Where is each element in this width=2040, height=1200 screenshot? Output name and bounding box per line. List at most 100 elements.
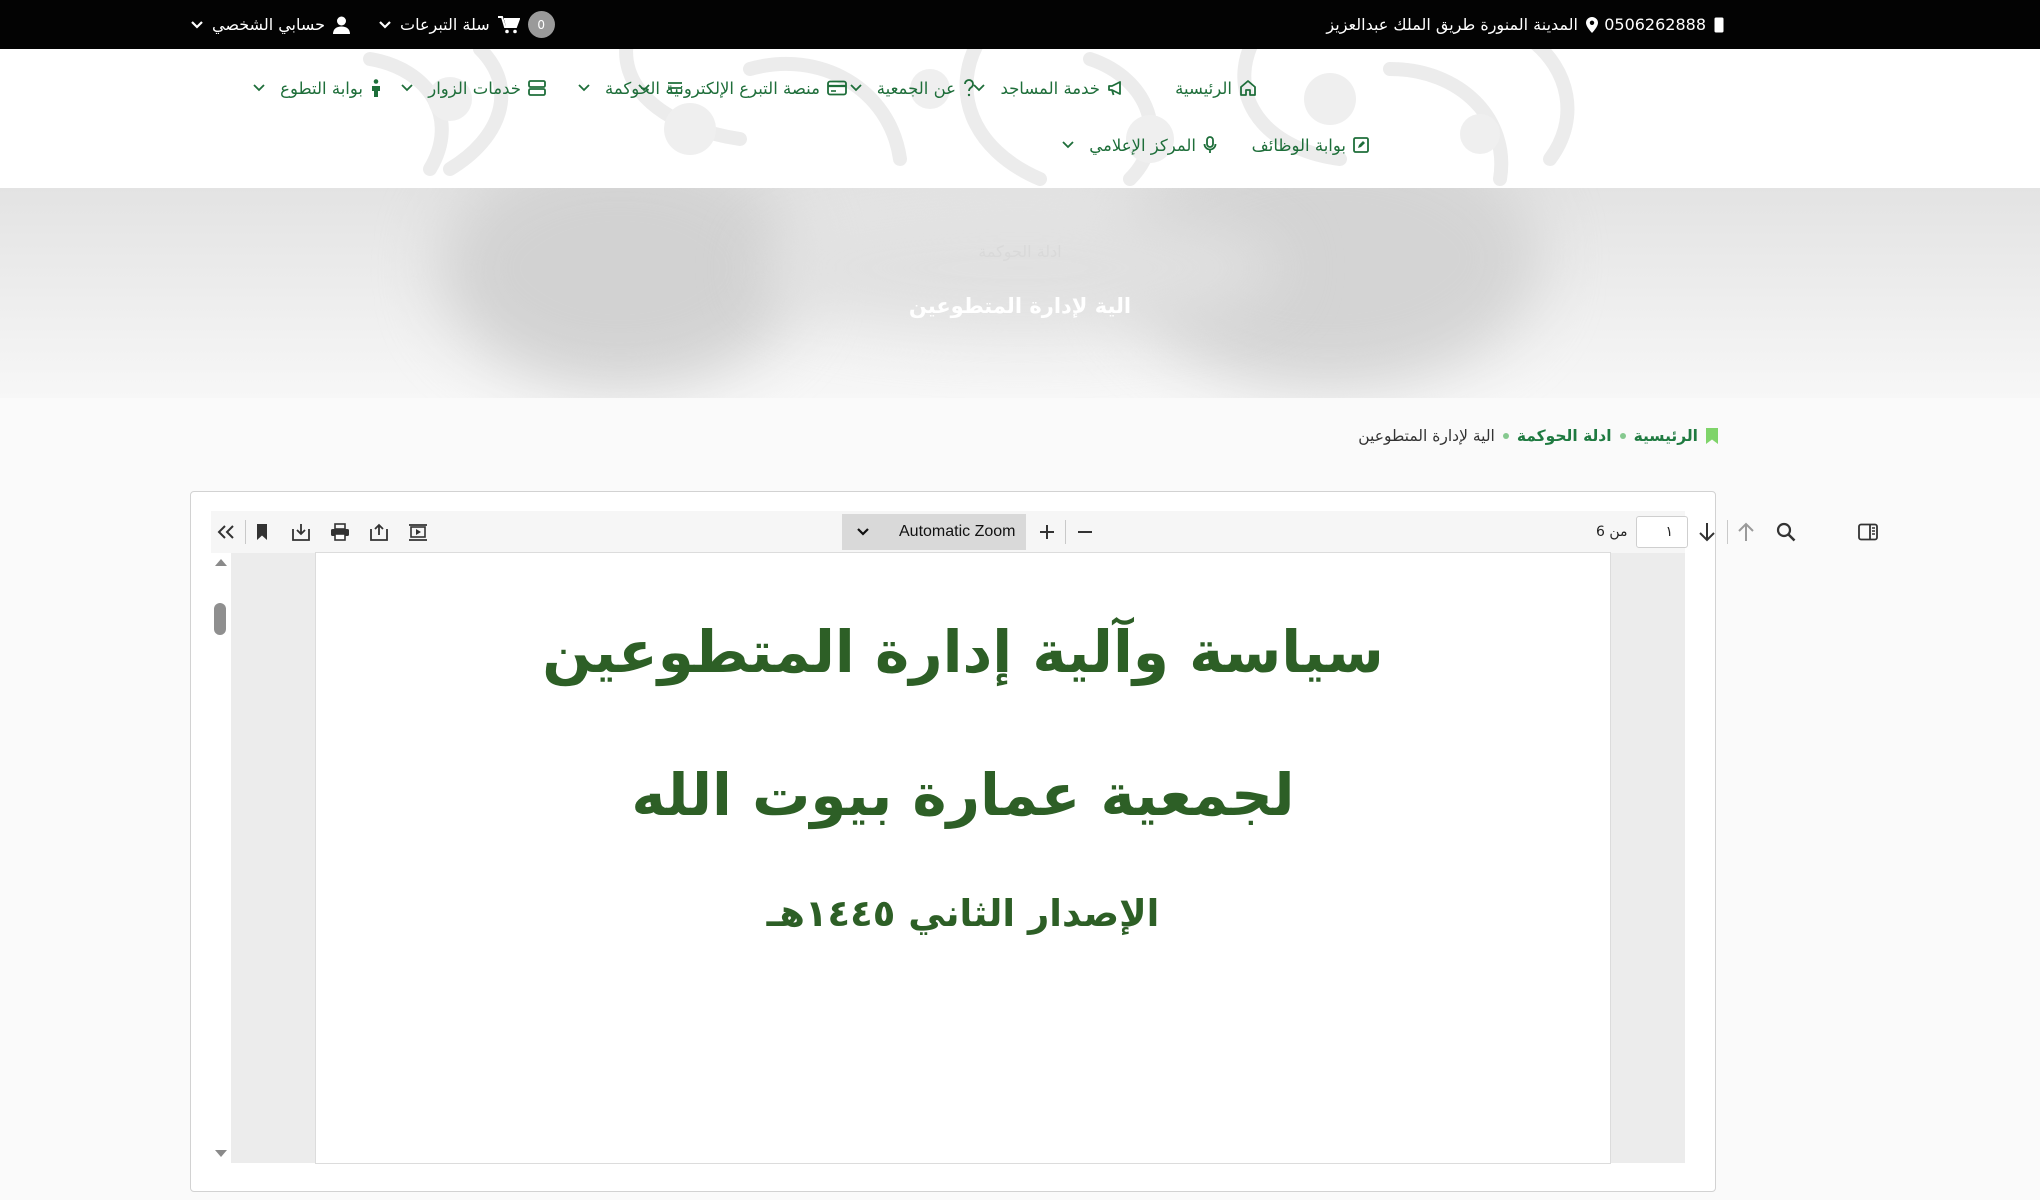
- nav-label: المركز الإعلامي: [1089, 135, 1196, 155]
- breadcrumb-separator: [1619, 433, 1626, 439]
- nav-item-media-center[interactable]: المركز الإعلامي: [1062, 131, 1217, 159]
- nav-label: الحوكمة: [604, 78, 660, 98]
- previous-page-button[interactable]: [1733, 520, 1759, 544]
- pdf-page: سياسة وآلية إدارة المتطوعين لجمعية عمارة…: [316, 553, 1610, 1163]
- hero-background-shape: [440, 188, 800, 388]
- page-number-input[interactable]: [1636, 516, 1688, 548]
- nav-label: عن الجمعية: [876, 78, 956, 98]
- zoom-in-button[interactable]: [1034, 520, 1060, 544]
- open-file-button[interactable]: [366, 520, 392, 544]
- toggle-sidebar-button[interactable]: [1855, 520, 1881, 544]
- toolbar-separator: [245, 520, 246, 544]
- nav-item-governance[interactable]: الحوكمة: [578, 74, 683, 102]
- scroll-down-arrow-icon[interactable]: [215, 1150, 227, 1157]
- document-title: سياسة وآلية إدارة المتطوعين: [542, 618, 1384, 686]
- cart-icon: [497, 15, 520, 34]
- next-page-button[interactable]: [1694, 520, 1720, 544]
- vertical-scrollbar[interactable]: [211, 553, 231, 1163]
- presentation-mode-button[interactable]: [405, 520, 431, 544]
- chevron-down-icon: [378, 20, 392, 30]
- main-navigation: الرئيسية خدمة المساجد عن الجمعية منصة ال…: [0, 49, 2040, 188]
- nav-label: بوابة الوظائف: [1251, 135, 1346, 155]
- bookmark-icon: [1706, 428, 1718, 444]
- phone-number: 0506262888: [1604, 15, 1706, 34]
- zoom-out-button[interactable]: [1072, 520, 1098, 544]
- cart-label: سلة التبرعات: [400, 15, 490, 34]
- caret-down-icon: [842, 528, 884, 536]
- nav-item-home[interactable]: الرئيسية: [1175, 74, 1257, 102]
- home-icon: [1239, 79, 1257, 97]
- address-text: المدينة المنورة طريق الملك عبدالعزيز: [1326, 15, 1578, 34]
- donation-cart-menu[interactable]: 0 سلة التبرعات: [378, 0, 555, 49]
- breadcrumb: الرئيسية ادلة الحوكمة الية لإدارة المتطو…: [1358, 424, 1718, 448]
- breadcrumb-separator: [1502, 433, 1509, 439]
- chevron-down-icon: [850, 84, 862, 92]
- nav-label: خدمات الزوار: [428, 78, 521, 98]
- sidebar-toggle-icon: [1858, 523, 1878, 541]
- zoom-value: Automatic Zoom: [899, 523, 1016, 540]
- mobile-phone-icon: [1714, 17, 1724, 33]
- scroll-up-arrow-icon[interactable]: [215, 559, 227, 566]
- chevron-down-icon: [190, 20, 204, 30]
- nav-item-mosque-services[interactable]: خدمة المساجد: [973, 74, 1125, 102]
- arrow-down-icon: [1698, 522, 1716, 542]
- account-label: حسابي الشخصي: [212, 15, 326, 34]
- bookmark-icon: [256, 524, 268, 540]
- nav-item-about[interactable]: عن الجمعية: [850, 74, 975, 102]
- top-bar: 0506262888 المدينة المنورة طريق الملك عب…: [0, 0, 2040, 49]
- megaphone-icon: [1107, 79, 1125, 97]
- download-button[interactable]: [288, 520, 314, 544]
- toolbar-separator: [1727, 520, 1728, 544]
- pdf-page-viewport[interactable]: سياسة وآلية إدارة المتطوعين لجمعية عمارة…: [231, 553, 1685, 1163]
- find-button[interactable]: [1773, 520, 1799, 544]
- bookmark-button[interactable]: [249, 520, 275, 544]
- account-menu[interactable]: حسابي الشخصي: [190, 0, 351, 49]
- presentation-icon: [408, 523, 428, 541]
- breadcrumb-section-link[interactable]: ادلة الحوكمة: [1517, 427, 1612, 445]
- tools-menu-button[interactable]: [213, 520, 239, 544]
- document-subtitle: لجمعية عمارة بيوت الله: [631, 761, 1295, 829]
- arrow-up-icon: [1737, 522, 1755, 542]
- chevron-down-icon: [401, 84, 413, 92]
- chevron-down-icon: [973, 84, 986, 92]
- cart-count-badge: 0: [527, 11, 555, 38]
- list-icon: [667, 81, 683, 95]
- question-icon: [963, 79, 975, 97]
- search-icon: [1776, 522, 1796, 542]
- chevron-down-icon: [1062, 141, 1074, 149]
- map-pin-icon: [1586, 16, 1598, 33]
- edit-icon: [1353, 137, 1369, 153]
- pdf-viewer: Automatic Zoom من 6 ١ سياسة وآلية إدارة …: [190, 491, 1878, 1192]
- plus-icon: [1038, 523, 1056, 541]
- microphone-icon: [1203, 136, 1217, 154]
- double-chevron-left-icon: [216, 524, 236, 540]
- page-hero-banner: ادلة الحوكمة الية لإدارة المتطوعين: [0, 188, 2040, 398]
- print-button[interactable]: [327, 520, 353, 544]
- credit-card-icon: [827, 80, 847, 96]
- chevron-down-icon: [253, 84, 265, 92]
- user-icon: [333, 16, 351, 34]
- printer-icon: [330, 523, 350, 541]
- nav-label: الرئيسية: [1175, 78, 1232, 98]
- nav-label: خدمة المساجد: [1000, 78, 1100, 98]
- nav-item-volunteer-portal[interactable]: بوابة التطوع: [253, 74, 382, 102]
- scrollbar-thumb[interactable]: [214, 603, 226, 635]
- address-contact[interactable]: المدينة المنورة طريق الملك عبدالعزيز: [1326, 0, 1598, 49]
- nav-item-visitor-services[interactable]: خدمات الزوار: [401, 74, 546, 102]
- page-title: الية لإدارة المتطوعين: [908, 294, 1132, 318]
- breadcrumb-home-link[interactable]: الرئيسية: [1634, 427, 1698, 445]
- floral-ornament-decoration: [363, 49, 1575, 186]
- person-icon: [370, 79, 382, 97]
- nav-item-jobs-portal[interactable]: بوابة الوظائف: [1252, 131, 1369, 159]
- phone-contact[interactable]: 0506262888: [1604, 0, 1724, 49]
- toolbar-separator: [1065, 520, 1066, 544]
- open-file-icon: [369, 523, 389, 541]
- nav-label: منصة التبرع الإلكترونية: [665, 78, 820, 98]
- chevron-down-icon: [578, 84, 590, 92]
- zoom-select[interactable]: Automatic Zoom: [842, 514, 1026, 550]
- document-edition: الإصدار الثاني ١٤٤٥هـ: [766, 892, 1160, 935]
- server-icon: [528, 80, 546, 96]
- breadcrumb-current: الية لإدارة المتطوعين: [1358, 427, 1495, 445]
- minus-icon: [1076, 523, 1094, 541]
- download-icon: [291, 523, 311, 541]
